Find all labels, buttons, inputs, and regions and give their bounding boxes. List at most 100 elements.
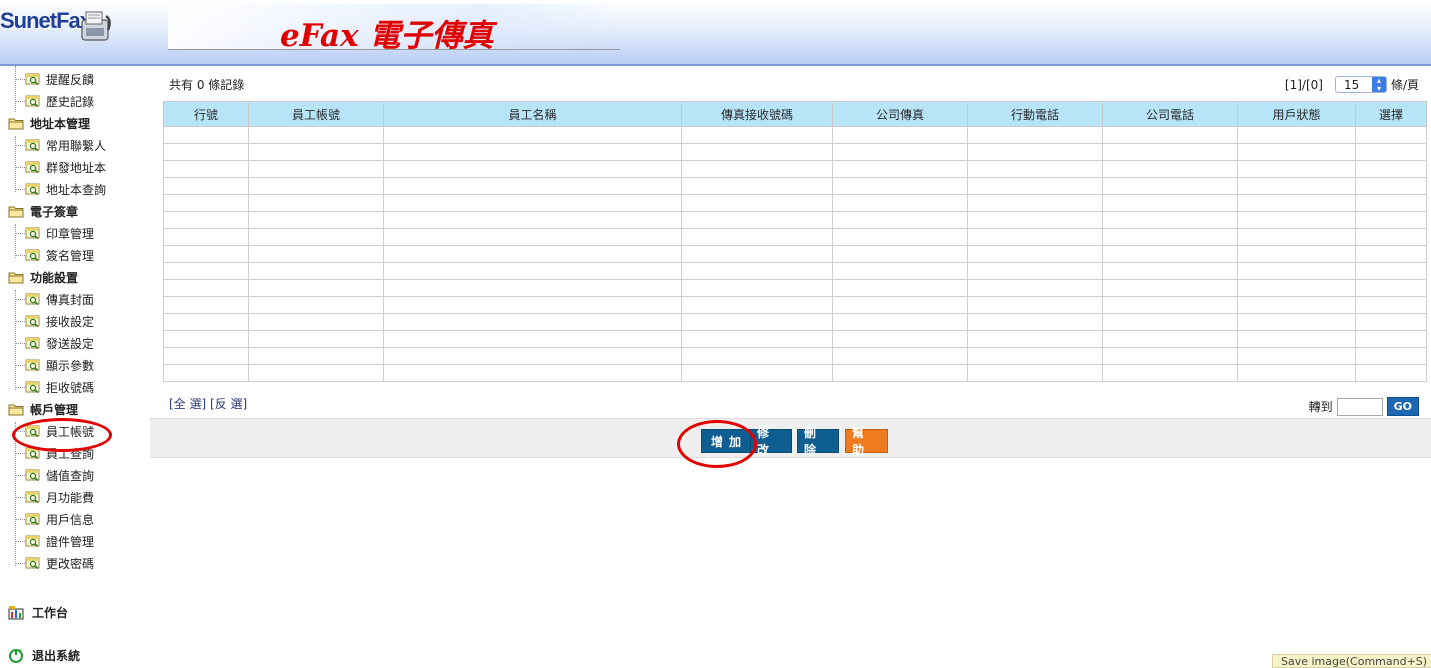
table-cell [1355, 177, 1427, 195]
table-cell [248, 160, 384, 178]
goto-page-input[interactable] [1336, 397, 1383, 416]
sidebar-item[interactable]: 群發地址本 [25, 158, 106, 176]
table-cell [681, 313, 833, 331]
table-cell [681, 364, 833, 382]
document-search-icon [25, 337, 40, 350]
per-page-unit: 條/頁 [1390, 78, 1419, 92]
document-search-icon [25, 227, 40, 240]
table-cell [832, 228, 968, 246]
table-cell [383, 245, 682, 263]
column-header[interactable]: 員工帳號 [248, 101, 384, 127]
table-cell [1102, 313, 1238, 331]
sidebar-item[interactable]: 發送設定 [25, 334, 94, 352]
pager: [1]/[0] 15 ▴ ▾ 條/頁 [1285, 76, 1419, 93]
sidebar-item-label: 功能設置 [30, 270, 79, 285]
table-cell [248, 228, 384, 246]
tree-connector [15, 233, 25, 234]
table-cell [1102, 143, 1238, 161]
column-header[interactable]: 行動電話 [967, 101, 1103, 127]
table-cell [1355, 245, 1427, 263]
table-cell [967, 347, 1103, 365]
table-cell [248, 364, 384, 382]
table-row [163, 211, 1427, 229]
table-cell [383, 364, 682, 382]
sidebar-item-label: 顯示參數 [46, 358, 95, 373]
table-cell [163, 296, 249, 314]
sidebar-item[interactable]: 常用聯繫人 [25, 136, 106, 154]
table-cell [1237, 211, 1356, 229]
table-cell [1102, 364, 1238, 382]
document-search-icon [25, 73, 40, 86]
table-cell [681, 228, 833, 246]
sidebar-item[interactable]: 簽名管理 [25, 246, 94, 264]
sidebar-item-label: 證件管理 [46, 534, 95, 549]
sidebar-item[interactable]: 顯示參數 [25, 356, 94, 374]
invert-selection-link[interactable]: [反 選] [210, 397, 247, 411]
table-cell [163, 262, 249, 280]
sidebar-workbench[interactable]: 工作台 [8, 604, 68, 621]
table-cell [1355, 228, 1427, 246]
fax-machine-icon [81, 11, 111, 41]
column-header[interactable]: 公司傳真 [832, 101, 968, 127]
sidebar-item[interactable]: 更改密碼 [25, 554, 94, 572]
table-cell [163, 347, 249, 365]
tree-connector [15, 101, 25, 102]
tree-connector [15, 255, 25, 256]
sunetfax-logo: SunetFax [0, 2, 130, 58]
sidebar-item[interactable]: 月功能費 [25, 488, 94, 506]
sidebar-folder[interactable]: 帳戶管理 [8, 400, 78, 418]
tree-connector [15, 563, 25, 564]
table-cell [1102, 126, 1238, 144]
table-row [163, 330, 1427, 348]
table-cell [1237, 194, 1356, 212]
per-page-select[interactable]: 15 ▴ ▾ [1334, 76, 1387, 93]
table-cell [248, 296, 384, 314]
column-header[interactable]: 員工名稱 [383, 101, 682, 127]
column-header[interactable]: 用戶狀態 [1237, 101, 1356, 127]
table-cell [163, 364, 249, 382]
table-cell [1237, 177, 1356, 195]
table-row [163, 245, 1427, 263]
sidebar-item[interactable]: 地址本查詢 [25, 180, 106, 198]
document-search-icon [25, 161, 40, 174]
table-cell [967, 228, 1103, 246]
table-cell [1237, 347, 1356, 365]
tree-connector [15, 541, 25, 542]
table-cell [163, 330, 249, 348]
go-button[interactable]: GO [1386, 397, 1419, 416]
sidebar-item[interactable]: 用戶信息 [25, 510, 94, 528]
column-header[interactable]: 選擇 [1355, 101, 1427, 127]
document-search-icon [25, 293, 40, 306]
table-row [163, 126, 1427, 144]
table-row [163, 279, 1427, 297]
sidebar-item-label: 歷史記錄 [46, 94, 95, 109]
sidebar-item[interactable]: 提醒反饋 [25, 70, 94, 88]
sidebar-folder[interactable]: 功能設置 [8, 268, 78, 286]
sidebar-item[interactable]: 歷史記錄 [25, 92, 94, 110]
help-button[interactable]: 幫助 [845, 426, 888, 457]
tree-line [15, 224, 16, 258]
table-cell [832, 279, 968, 297]
per-page-value: 15 [1343, 77, 1360, 92]
table-cell [1237, 279, 1356, 297]
table-cell [967, 143, 1103, 161]
sidebar-item-label: 群發地址本 [46, 160, 107, 175]
sidebar-item[interactable]: 印章管理 [25, 224, 94, 242]
sidebar-folder[interactable]: 電子簽章 [8, 202, 78, 220]
sidebar-item[interactable]: 儲值查詢 [25, 466, 94, 484]
column-header[interactable]: 公司電話 [1102, 101, 1238, 127]
table-cell [832, 143, 968, 161]
banner-divider [168, 49, 620, 50]
sidebar-item[interactable]: 拒收號碼 [25, 378, 94, 396]
column-header[interactable]: 行號 [163, 101, 249, 127]
sidebar-item[interactable]: 接收設定 [25, 312, 94, 330]
table-cell [1237, 143, 1356, 161]
sidebar-logout[interactable]: 退出系統 [8, 647, 80, 664]
sidebar-item[interactable]: 傳真封面 [25, 290, 94, 308]
document-search-icon [25, 513, 40, 526]
sidebar-item[interactable]: 證件管理 [25, 532, 94, 550]
delete-button[interactable]: 刪除 [797, 426, 839, 457]
select-all-link[interactable]: [全 選] [169, 397, 206, 411]
column-header[interactable]: 傳真接收號碼 [681, 101, 833, 127]
sidebar-folder[interactable]: 地址本管理 [8, 114, 90, 132]
